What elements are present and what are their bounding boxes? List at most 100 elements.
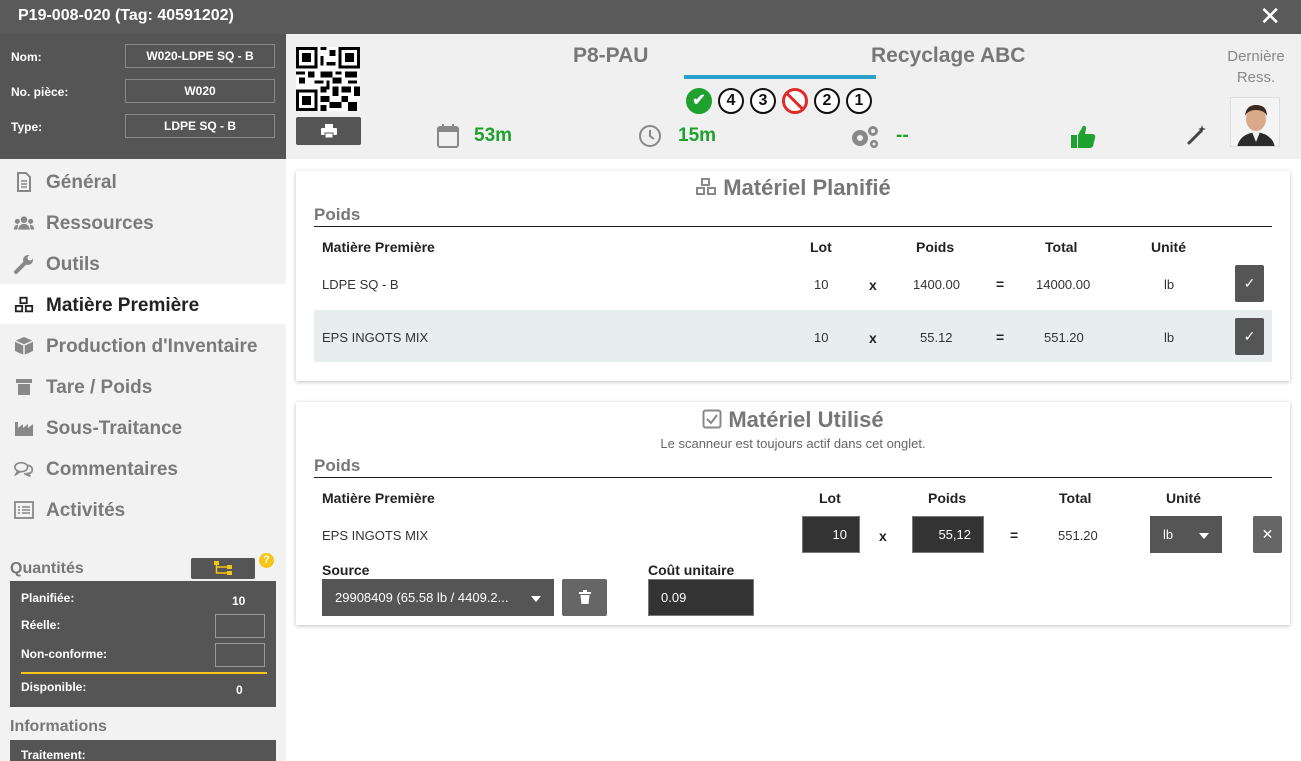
cogs-icon: [852, 126, 878, 148]
print-button[interactable]: [296, 117, 361, 145]
nonconform-quantity-input[interactable]: [215, 643, 265, 667]
total-value: 14000.00: [1036, 277, 1091, 292]
clock-icon: [639, 125, 661, 147]
name-row: Nom: W020-LDPE SQ - B: [0, 44, 286, 70]
unit-cost-label: Coût unitaire: [648, 562, 735, 578]
sidebar-item-resources[interactable]: Ressources: [0, 202, 286, 242]
close-icon[interactable]: ✕: [1259, 2, 1281, 30]
sidebar-item-label: Général: [46, 172, 117, 193]
sidebar-item-activities[interactable]: Activités: [0, 489, 286, 529]
available-label: Disponible:: [21, 680, 87, 694]
planned-value: 10: [232, 594, 246, 608]
machine-name: P8-PAU: [573, 44, 649, 67]
help-icon[interactable]: ?: [259, 553, 274, 568]
sidebar-item-label: Activités: [46, 500, 126, 521]
col-weight: Poids: [916, 239, 955, 255]
confirm-button[interactable]: ✓: [1235, 318, 1264, 355]
used-material-card: Matériel Utilisé Le scanneur est toujour…: [296, 402, 1290, 625]
section-rule: [314, 477, 1272, 478]
col-unit: Unité: [1151, 239, 1186, 255]
step-2[interactable]: 2: [814, 88, 840, 114]
remove-button[interactable]: ✕: [1253, 516, 1282, 553]
treatment-label: Traitement:: [21, 748, 86, 761]
factory-icon: [15, 422, 33, 436]
step-blocked-icon[interactable]: [782, 88, 808, 114]
unit-selected-value: lb: [1163, 527, 1174, 542]
planned-section-title: Poids: [314, 205, 361, 224]
col-material: Matière Première: [322, 490, 435, 506]
cubes-icon: [696, 178, 717, 195]
avatar[interactable]: [1230, 97, 1280, 147]
sidebar-item-label: Tare / Poids: [46, 377, 153, 398]
total-value: 551.20: [1058, 528, 1098, 543]
equals-sign: =: [996, 329, 1005, 345]
sidebar-item-tare-weight[interactable]: Tare / Poids: [0, 366, 286, 406]
delete-source-button[interactable]: [562, 579, 607, 616]
step-done-icon[interactable]: ✔: [686, 88, 712, 114]
used-section-title: Poids: [314, 456, 361, 475]
window-titlebar: P19-008-020 (Tag: 40591202) ✕: [0, 0, 1301, 34]
col-unit: Unité: [1166, 490, 1201, 506]
available-value: 0: [236, 683, 243, 697]
col-lot: Lot: [819, 490, 841, 506]
weight-input[interactable]: 55,12: [912, 516, 984, 553]
multiply-sign: x: [869, 330, 877, 346]
sidebar-item-label: Ressources: [46, 213, 154, 234]
unit-value: lb: [1164, 330, 1175, 345]
actual-duration: 15m: [678, 125, 717, 146]
name-label: Nom:: [11, 50, 42, 64]
window-title: P19-008-020 (Tag: 40591202): [18, 7, 234, 24]
used-title-row: Matériel Utilisé: [296, 407, 1290, 433]
thumbs-up-icon[interactable]: [1070, 124, 1096, 150]
step-4[interactable]: 4: [718, 88, 744, 114]
used-title: Matériel Utilisé: [728, 407, 884, 432]
weight-value: 1400.00: [913, 277, 960, 292]
sidebar-item-label: Sous-Traitance: [46, 418, 183, 439]
part-row: No. pièce: W020: [0, 79, 286, 105]
sidebar-item-general[interactable]: Général: [0, 161, 286, 201]
sidebar-item-tools[interactable]: Outils: [0, 243, 286, 283]
sidebar-item-label: Commentaires: [46, 459, 178, 480]
unit-cost-input[interactable]: 0.09: [648, 579, 754, 616]
type-value: LDPE SQ - B: [125, 114, 275, 138]
plant-name: Recyclage ABC: [871, 44, 1026, 67]
planned-duration: 53m: [474, 125, 513, 146]
source-select[interactable]: 29908409 (65.58 lb / 4409.2...: [322, 579, 554, 616]
sidebar-item-comments[interactable]: Commentaires: [0, 448, 286, 488]
tree-button[interactable]: [191, 558, 255, 579]
progress-line: [684, 75, 876, 79]
planned-title-row: Matériel Planifié: [296, 175, 1290, 201]
lot-input[interactable]: 10: [802, 516, 860, 553]
wrench-icon: [14, 255, 33, 274]
divider: [21, 672, 267, 674]
sidebar-item-raw-material[interactable]: Matière Première: [0, 284, 286, 324]
source-label: Source: [322, 562, 370, 578]
trash-icon: [578, 590, 591, 604]
lot-value: 10: [814, 330, 829, 345]
magic-wand-icon[interactable]: [1186, 124, 1208, 146]
scale-icon: [16, 379, 32, 395]
part-value: W020: [125, 79, 275, 103]
col-total: Total: [1045, 239, 1078, 255]
cycle-value: --: [896, 125, 909, 146]
type-row: Type: LDPE SQ - B: [0, 114, 286, 140]
job-header: P8-PAU Recyclage ABC ✔ 4 3 2 1 Dernière …: [286, 34, 1301, 159]
step-3[interactable]: 3: [750, 88, 776, 114]
sidebar-item-inventory-production[interactable]: Production d'Inventaire: [0, 325, 286, 365]
confirm-button[interactable]: ✓: [1235, 265, 1264, 302]
col-total: Total: [1059, 490, 1092, 506]
material-name: LDPE SQ - B: [322, 277, 399, 292]
users-icon: [14, 216, 34, 230]
caret-down-icon: [1199, 533, 1209, 539]
col-weight: Poids: [928, 490, 967, 506]
planned-label: Planifiée:: [21, 591, 75, 605]
real-quantity-input[interactable]: [215, 614, 265, 638]
sidebar-item-subcontracting[interactable]: Sous-Traitance: [0, 407, 286, 447]
step-1[interactable]: 1: [846, 88, 872, 114]
planned-material-card: Matériel Planifié Poids Matière Première…: [296, 171, 1290, 381]
nonconform-label: Non-conforme:: [21, 647, 107, 661]
informations-box: Traitement:: [10, 740, 276, 761]
total-value: 551.20: [1044, 330, 1084, 345]
sidebar-item-label: Matière Première: [46, 295, 200, 316]
unit-select[interactable]: lb: [1150, 516, 1222, 553]
